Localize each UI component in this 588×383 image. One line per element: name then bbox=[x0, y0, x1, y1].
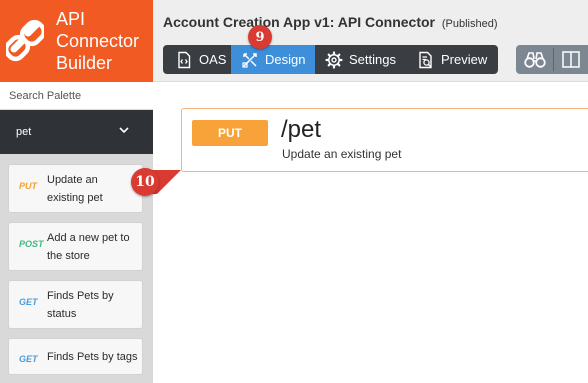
palette-item-line: existing pet bbox=[47, 192, 103, 204]
palette-item-line: Finds Pets by bbox=[47, 290, 114, 302]
tab-label: Design bbox=[265, 52, 306, 67]
method-label: PUT bbox=[19, 181, 37, 191]
palette-item-description: Finds Pets by status bbox=[47, 287, 138, 323]
palette-item-line: status bbox=[47, 308, 77, 320]
design-tools-icon bbox=[242, 52, 257, 68]
palette-item-post-pet[interactable]: POST Add a new pet to the store bbox=[8, 222, 143, 271]
tab-label: Preview bbox=[441, 52, 488, 67]
chain-link-icon bbox=[6, 19, 44, 62]
toolbar-divider bbox=[553, 48, 554, 71]
palette-search bbox=[0, 82, 153, 110]
view-tabs: OAS Design Settings Preview bbox=[163, 45, 498, 74]
palette-search-input[interactable] bbox=[0, 82, 153, 109]
operation-method-badge: PUT bbox=[192, 120, 268, 146]
palette-item-get-pets-by-tags[interactable]: GET Finds Pets by tags bbox=[8, 338, 143, 375]
brand-logo: API Connector Builder bbox=[0, 0, 153, 82]
brand-title: API Connector Builder bbox=[56, 8, 139, 74]
preview-document-icon bbox=[419, 51, 432, 68]
palette-item-line: Finds Pets by tags bbox=[47, 351, 138, 363]
palette-item-get-pets-by-status[interactable]: GET Finds Pets by status bbox=[8, 280, 143, 329]
operation-summary: Update an existing pet bbox=[282, 147, 402, 161]
step-badge-design: 9 bbox=[248, 25, 272, 49]
app-title-text: Account Creation App v1: API Connector bbox=[163, 14, 435, 30]
tab-preview[interactable]: Preview bbox=[417, 45, 497, 74]
right-toolbar bbox=[516, 45, 588, 74]
design-canvas: PUT /pet Update an existing pet bbox=[153, 83, 588, 383]
brand-title-line: Connector bbox=[56, 31, 140, 51]
page-title: Account Creation App v1: API Connector (… bbox=[163, 14, 498, 30]
tab-oas[interactable]: OAS bbox=[170, 45, 230, 74]
top-bar: Account Creation App v1: API Connector (… bbox=[153, 0, 588, 82]
brand-title-line: API bbox=[56, 9, 86, 29]
palette-item-put-pet[interactable]: PUT Update an existing pet bbox=[8, 164, 143, 213]
status-badge: (Published) bbox=[441, 18, 498, 30]
tab-label: Settings bbox=[349, 52, 396, 67]
palette-item-description: Update an existing pet bbox=[47, 171, 138, 207]
palette-filter-value: pet bbox=[16, 126, 32, 138]
palette-item-description: Finds Pets by tags bbox=[47, 348, 138, 366]
palette-item-line: the store bbox=[47, 250, 90, 262]
operation-path: /pet bbox=[281, 116, 322, 143]
split-view-icon[interactable] bbox=[562, 51, 580, 68]
tab-label: OAS bbox=[199, 52, 227, 67]
operation-card[interactable]: PUT /pet Update an existing pet bbox=[181, 108, 588, 172]
method-label: GET bbox=[19, 354, 38, 364]
gear-icon bbox=[325, 50, 343, 69]
app-window: API Connector Builder pet PUT Update an … bbox=[0, 0, 588, 383]
palette-item-line: Update an bbox=[47, 174, 98, 186]
code-file-icon bbox=[178, 51, 191, 68]
step-badge-palette: 10 bbox=[131, 168, 159, 196]
binoculars-icon[interactable] bbox=[524, 50, 546, 69]
method-label: POST bbox=[19, 239, 44, 249]
palette-filter-dropdown[interactable]: pet bbox=[0, 110, 153, 154]
method-label: GET bbox=[19, 297, 38, 307]
palette-item-line: Add a new pet to bbox=[47, 232, 130, 244]
tab-design[interactable]: Design bbox=[231, 45, 315, 74]
palette-item-description: Add a new pet to the store bbox=[47, 229, 138, 265]
tab-settings[interactable]: Settings bbox=[323, 45, 411, 74]
brand-title-line: Builder bbox=[56, 53, 113, 73]
chevron-down-icon bbox=[119, 127, 129, 134]
